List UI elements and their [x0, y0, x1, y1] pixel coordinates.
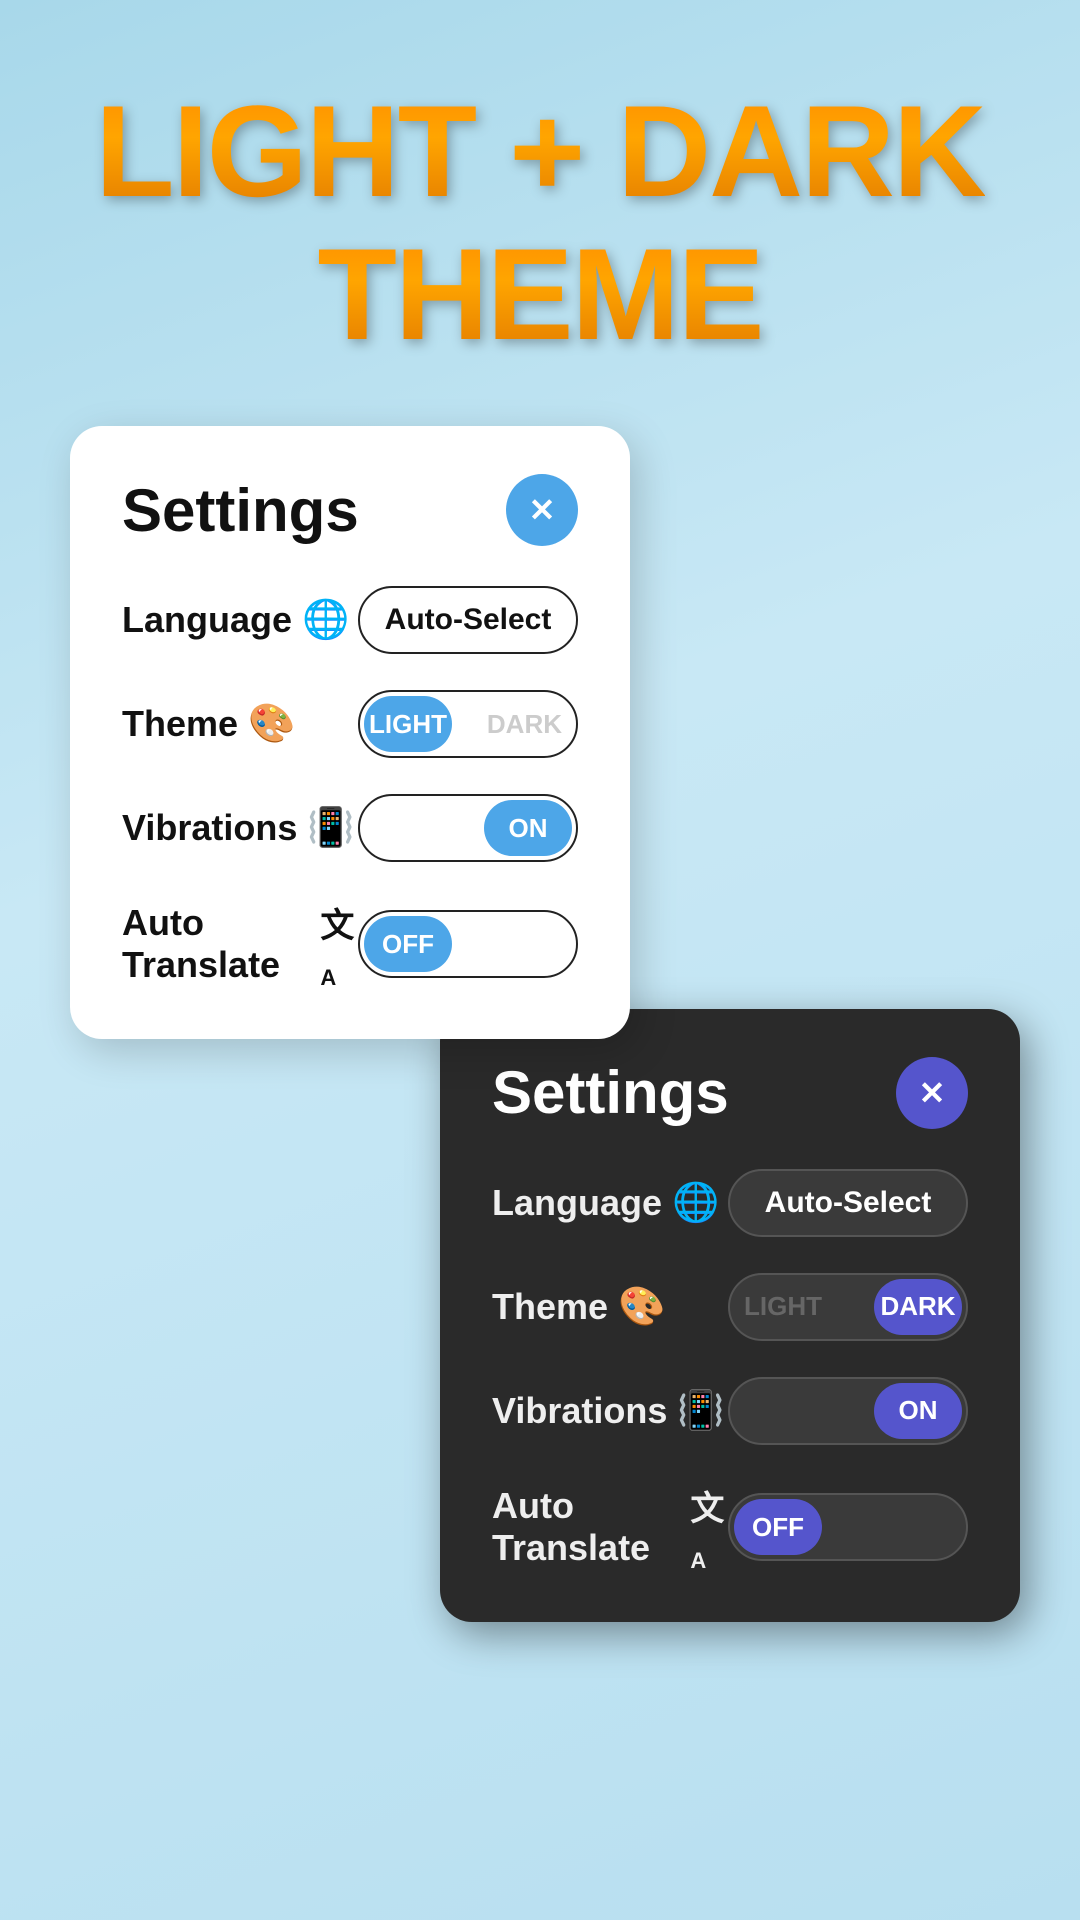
light-vib-knob: ON — [484, 800, 572, 856]
vibrate-icon: 📳 — [307, 806, 354, 850]
light-translate-row: Auto Translate 文A OFF — [122, 898, 578, 991]
dark-theme-row: Theme 🎨 LIGHT DARK — [492, 1273, 968, 1341]
light-language-button[interactable]: Auto-Select — [358, 586, 578, 654]
light-translate-knob: OFF — [364, 916, 452, 972]
light-settings-card: Settings ✕ Language 🌐 Auto-Select Theme … — [70, 426, 630, 1039]
headline: Light + dark theme — [95, 80, 985, 366]
light-theme-knob: LIGHT — [364, 696, 452, 752]
light-theme-toggle[interactable]: LIGHT DARK — [358, 690, 578, 758]
palette-icon: 🎨 — [248, 702, 295, 746]
light-card-title: Settings — [122, 476, 359, 545]
light-card-header: Settings ✕ — [122, 474, 578, 546]
globe-icon: 🌐 — [302, 598, 349, 642]
light-translate-toggle[interactable]: OFF — [358, 910, 578, 978]
light-close-button[interactable]: ✕ — [506, 474, 578, 546]
dark-theme-light-label: LIGHT — [744, 1291, 822, 1322]
translate-icon: 文A — [320, 898, 358, 991]
dark-theme-label: Theme 🎨 — [492, 1285, 665, 1329]
dark-theme-toggle[interactable]: LIGHT DARK — [728, 1273, 968, 1341]
dark-translate-row: Auto Translate 文A OFF — [492, 1481, 968, 1574]
light-vibrations-row: Vibrations 📳 ON — [122, 794, 578, 862]
dark-theme-knob: DARK — [874, 1279, 962, 1335]
dark-vibrations-toggle[interactable]: ON — [728, 1377, 968, 1445]
dark-translate-label: Auto Translate 文A — [492, 1481, 728, 1574]
dark-palette-icon: 🎨 — [618, 1285, 665, 1329]
dark-language-row: Language 🌐 Auto-Select — [492, 1169, 968, 1237]
light-language-value: Auto-Select — [366, 603, 570, 637]
dark-card-title: Settings — [492, 1058, 729, 1127]
dark-language-button[interactable]: Auto-Select — [728, 1169, 968, 1237]
light-translate-label: Auto Translate 文A — [122, 898, 358, 991]
light-theme-row: Theme 🎨 LIGHT DARK — [122, 690, 578, 758]
dark-vib-knob: ON — [874, 1383, 962, 1439]
cards-container: Settings ✕ Language 🌐 Auto-Select Theme … — [40, 426, 1040, 1622]
dark-translate-icon: 文A — [690, 1481, 728, 1574]
dark-vibrations-label: Vibrations 📳 — [492, 1389, 725, 1433]
light-vibrations-toggle[interactable]: ON — [358, 794, 578, 862]
dark-card-header: Settings ✕ — [492, 1057, 968, 1129]
dark-vibrate-icon: 📳 — [677, 1389, 724, 1433]
headline-text: Light + dark — [95, 80, 985, 223]
dark-close-button[interactable]: ✕ — [896, 1057, 968, 1129]
headline-text2: theme — [95, 223, 985, 366]
dark-globe-icon: 🌐 — [672, 1181, 719, 1225]
light-theme-dark-label: DARK — [487, 709, 562, 740]
dark-settings-card: Settings ✕ Language 🌐 Auto-Select Theme … — [440, 1009, 1020, 1622]
dark-language-value: Auto-Select — [736, 1186, 960, 1220]
light-language-row: Language 🌐 Auto-Select — [122, 586, 578, 654]
light-vibrations-label: Vibrations 📳 — [122, 806, 355, 850]
light-theme-label: Theme 🎨 — [122, 702, 295, 746]
dark-vibrations-row: Vibrations 📳 ON — [492, 1377, 968, 1445]
dark-translate-knob: OFF — [734, 1499, 822, 1555]
dark-translate-toggle[interactable]: OFF — [728, 1493, 968, 1561]
dark-language-label: Language 🌐 — [492, 1181, 719, 1225]
light-language-label: Language 🌐 — [122, 598, 349, 642]
